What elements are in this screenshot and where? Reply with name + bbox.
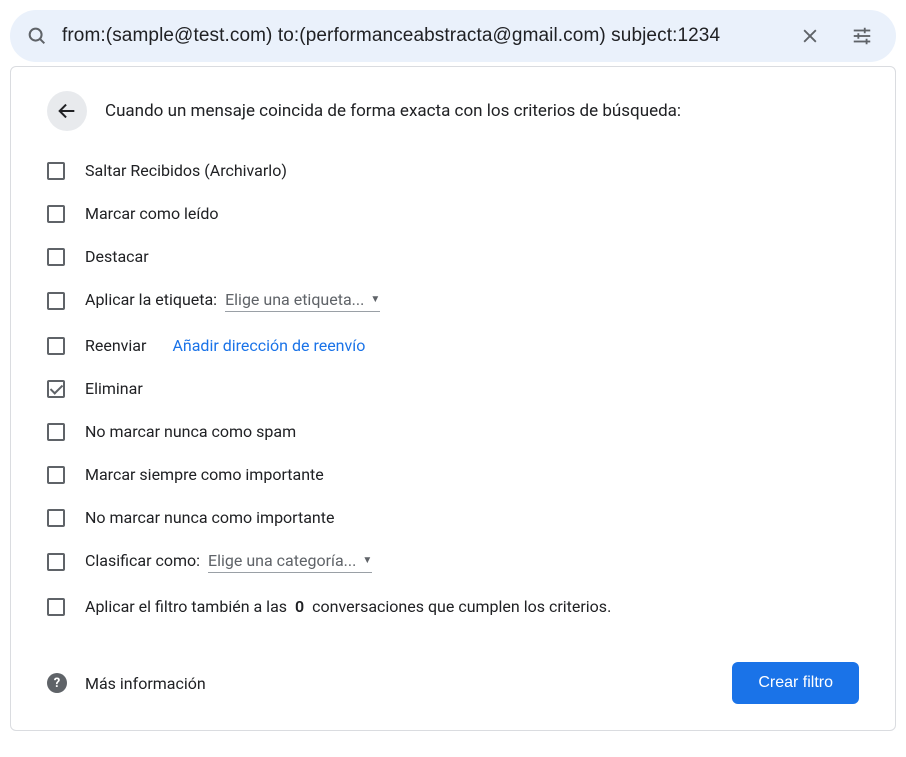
back-button[interactable]: [47, 91, 87, 131]
search-input[interactable]: [62, 25, 792, 47]
checkbox-categorize[interactable]: [47, 553, 65, 571]
label-never-important: No marcar nunca como importante: [85, 508, 334, 527]
option-star: Destacar: [47, 235, 859, 278]
chevron-down-icon: ▼: [370, 294, 380, 305]
label-never-spam: No marcar nunca como spam: [85, 422, 296, 441]
dropdown-categorize-text: Elige una categoría...: [208, 551, 356, 570]
option-apply-existing: Aplicar el filtro también a las 0 conver…: [47, 585, 859, 628]
chevron-down-icon: ▼: [362, 555, 372, 566]
checkbox-never-spam[interactable]: [47, 423, 65, 441]
label-skip-inbox: Saltar Recibidos (Archivarlo): [85, 161, 287, 180]
label-forward-text: Reenviar: [85, 336, 146, 355]
create-filter-button[interactable]: Crear filtro: [732, 662, 859, 704]
option-apply-label: Aplicar la etiqueta: Elige una etiqueta.…: [47, 278, 859, 324]
clear-search-button[interactable]: [792, 18, 828, 54]
checkbox-always-important[interactable]: [47, 466, 65, 484]
apply-existing-suffix: conversaciones que cumplen los criterios…: [312, 597, 611, 616]
apply-existing-count: 0: [295, 597, 304, 616]
filter-panel: Cuando un mensaje coincida de forma exac…: [10, 66, 896, 731]
label-categorize: Clasificar como: Elige una categoría... …: [85, 551, 372, 573]
search-actions: [792, 18, 880, 54]
label-mark-read: Marcar como leído: [85, 204, 219, 223]
search-options-button[interactable]: [844, 18, 880, 54]
panel-footer: ? Más información Crear filtro: [11, 640, 895, 730]
dropdown-categorize[interactable]: Elige una categoría... ▼: [208, 551, 372, 573]
checkbox-apply-existing[interactable]: [47, 598, 65, 616]
option-never-important: No marcar nunca como importante: [47, 496, 859, 539]
option-always-important: Marcar siempre como importante: [47, 453, 859, 496]
option-forward: Reenviar Añadir dirección de reenvío: [47, 324, 859, 367]
dropdown-apply-label[interactable]: Elige una etiqueta... ▼: [225, 290, 380, 312]
dropdown-apply-label-text: Elige una etiqueta...: [225, 290, 364, 309]
checkbox-mark-read[interactable]: [47, 205, 65, 223]
label-apply-label: Aplicar la etiqueta: Elige una etiqueta.…: [85, 290, 380, 312]
label-star: Destacar: [85, 247, 149, 266]
label-forward: Reenviar Añadir dirección de reenvío: [85, 336, 365, 355]
option-delete: Eliminar: [47, 367, 859, 410]
more-info-link[interactable]: Más información: [85, 674, 206, 693]
option-categorize: Clasificar como: Elige una categoría... …: [47, 539, 859, 585]
label-apply-existing: Aplicar el filtro también a las 0 conver…: [85, 597, 611, 616]
label-categorize-text: Clasificar como:: [85, 551, 200, 570]
link-add-forward-address[interactable]: Añadir dirección de reenvío: [172, 336, 365, 355]
label-always-important: Marcar siempre como importante: [85, 465, 324, 484]
option-never-spam: No marcar nunca como spam: [47, 410, 859, 453]
footer-left: ? Más información: [47, 673, 206, 693]
options-list: Saltar Recibidos (Archivarlo) Marcar com…: [11, 143, 895, 628]
panel-header: Cuando un mensaje coincida de forma exac…: [11, 67, 895, 143]
option-mark-read: Marcar como leído: [47, 192, 859, 235]
checkbox-delete[interactable]: [47, 380, 65, 398]
help-icon[interactable]: ?: [47, 673, 67, 693]
label-apply-label-text: Aplicar la etiqueta:: [85, 290, 217, 309]
checkbox-forward[interactable]: [47, 337, 65, 355]
label-delete: Eliminar: [85, 379, 143, 398]
checkbox-never-important[interactable]: [47, 509, 65, 527]
search-icon[interactable]: [26, 25, 48, 47]
checkbox-apply-label[interactable]: [47, 292, 65, 310]
checkbox-star[interactable]: [47, 248, 65, 266]
search-bar: [10, 10, 896, 62]
option-skip-inbox: Saltar Recibidos (Archivarlo): [47, 149, 859, 192]
panel-title: Cuando un mensaje coincida de forma exac…: [105, 101, 681, 121]
apply-existing-prefix: Aplicar el filtro también a las: [85, 597, 287, 616]
checkbox-skip-inbox[interactable]: [47, 162, 65, 180]
